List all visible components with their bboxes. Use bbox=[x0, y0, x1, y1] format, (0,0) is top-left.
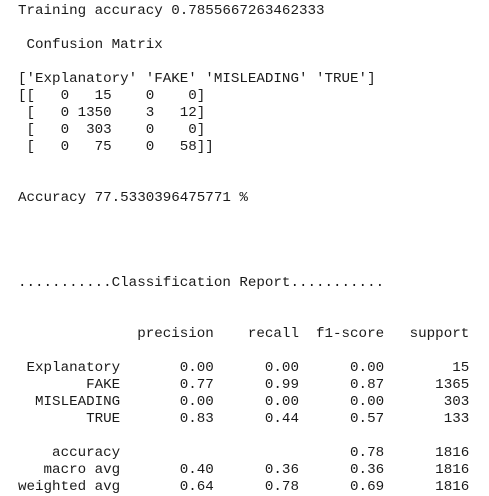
matrix-row: [ 0 1350 3 12] bbox=[18, 105, 206, 121]
classification-report-heading: ...........Classification Report........… bbox=[18, 275, 385, 291]
accuracy-line: Accuracy 77.5330396475771 % bbox=[18, 190, 248, 206]
report-row-explanatory: Explanatory 0.00 0.00 0.00 15 bbox=[18, 360, 470, 376]
report-header-row: precision recall f1-score support bbox=[18, 326, 470, 342]
report-row-accuracy: accuracy 0.78 1816 bbox=[18, 445, 470, 461]
matrix-row: [ 0 303 0 0] bbox=[18, 122, 206, 138]
report-row-weighted-avg: weighted avg 0.64 0.78 0.69 1816 bbox=[18, 479, 470, 495]
confusion-matrix-heading: Confusion Matrix bbox=[18, 37, 163, 53]
report-row-true: TRUE 0.83 0.44 0.57 133 bbox=[18, 411, 470, 427]
console-output: Training accuracy 0.7855667263462333 Con… bbox=[18, 3, 469, 496]
report-row-macro-avg: macro avg 0.40 0.36 0.36 1816 bbox=[18, 462, 470, 478]
training-accuracy-line: Training accuracy 0.7855667263462333 bbox=[18, 3, 325, 19]
class-labels-line: ['Explanatory' 'FAKE' 'MISLEADING' 'TRUE… bbox=[18, 71, 376, 87]
matrix-row: [ 0 75 0 58]] bbox=[18, 139, 214, 155]
report-row-fake: FAKE 0.77 0.99 0.87 1365 bbox=[18, 377, 470, 393]
report-row-misleading: MISLEADING 0.00 0.00 0.00 303 bbox=[18, 394, 470, 410]
matrix-row: [[ 0 15 0 0] bbox=[18, 88, 206, 104]
